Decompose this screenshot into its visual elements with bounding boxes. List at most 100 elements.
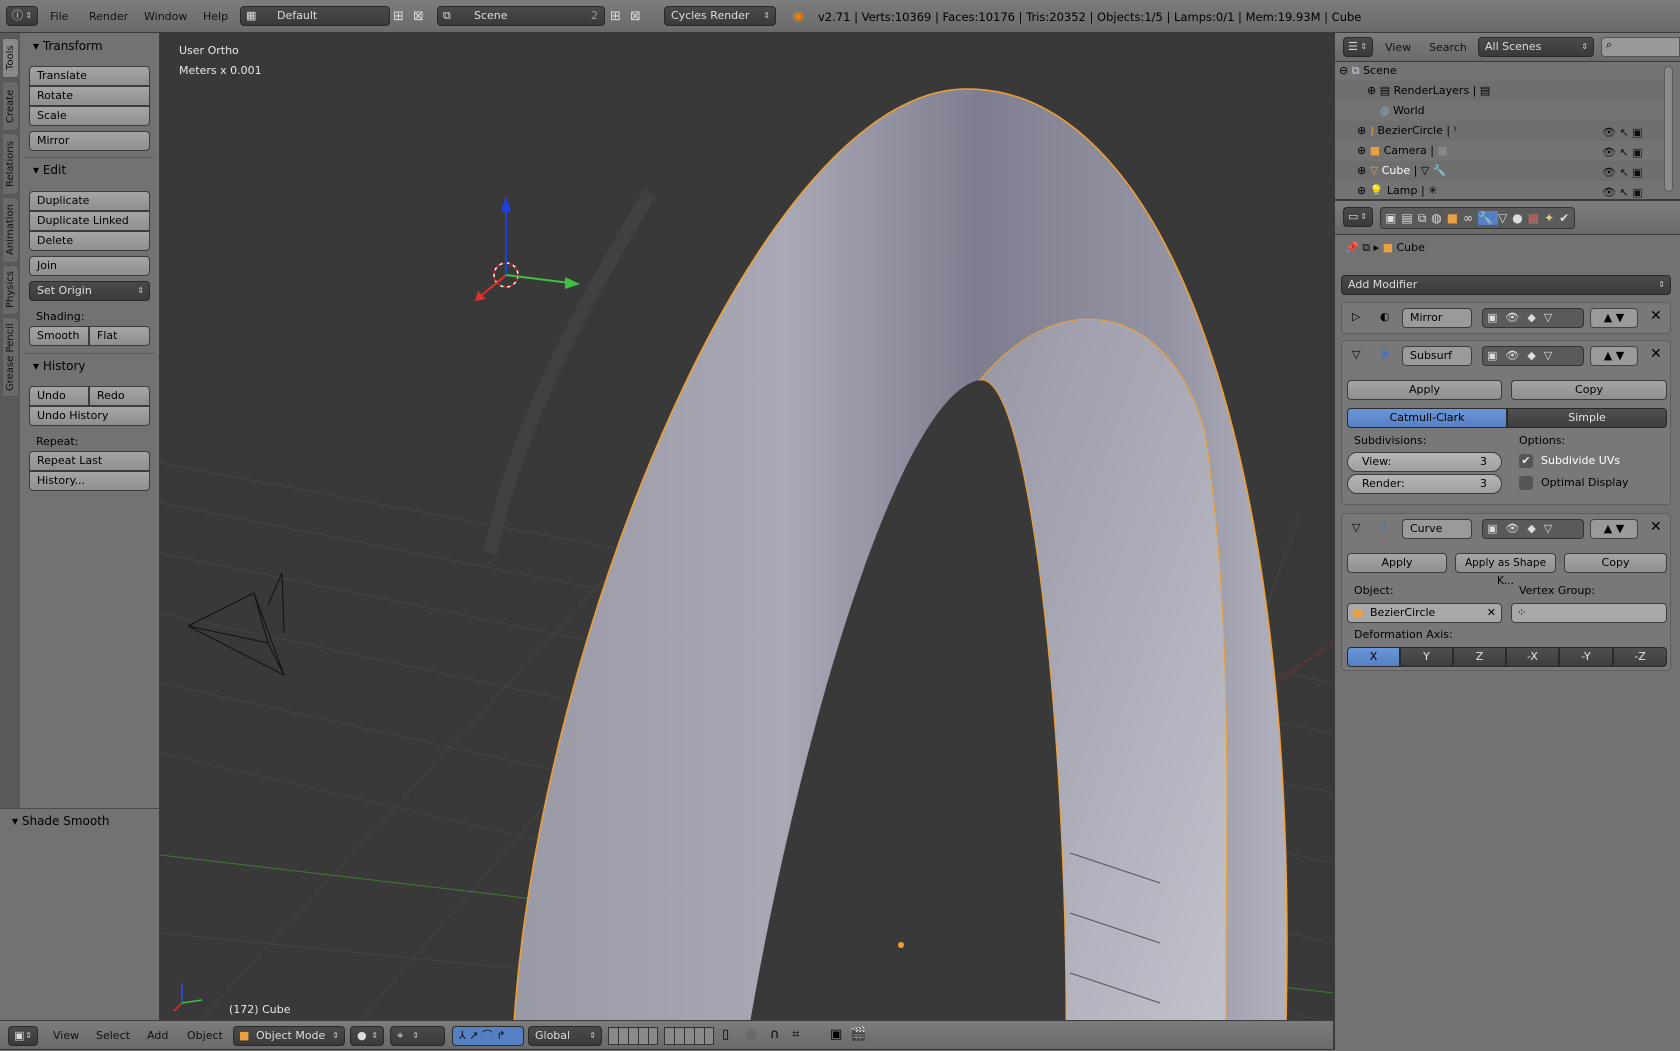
- menu-object[interactable]: Object: [187, 1021, 223, 1051]
- remove-layout-icon[interactable]: ⊠: [413, 9, 424, 24]
- clear-field-icon[interactable]: ✕: [1487, 604, 1496, 622]
- modifiers-tab-icon[interactable]: 🔧: [1478, 211, 1499, 225]
- physics-tab-icon[interactable]: ✔: [1559, 211, 1574, 225]
- add-modifier-select[interactable]: Add Modifier ⇕: [1341, 275, 1671, 295]
- scale-button[interactable]: Scale: [29, 106, 150, 126]
- menu-render[interactable]: Render: [89, 0, 128, 33]
- copy-button[interactable]: Copy: [1511, 380, 1667, 400]
- modifier-visibility-toggles[interactable]: ▣👁◆▽: [1482, 519, 1584, 539]
- constraints-tab-icon[interactable]: ∞: [1463, 211, 1478, 225]
- outliner-scrollbar[interactable]: [1664, 66, 1673, 192]
- modifier-visibility-toggles[interactable]: ▣👁◆▽: [1482, 308, 1584, 328]
- manipulator-toggles[interactable]: ⅄ ↗ ⌒ ↱: [452, 1026, 524, 1046]
- add-scene-icon[interactable]: ⊞: [610, 9, 621, 24]
- menu-window[interactable]: Window: [144, 0, 187, 33]
- tab-relations[interactable]: Relations: [2, 133, 19, 195]
- restrict-columns[interactable]: 👁 ↖ ▣ 👁 ↖ ▣ 👁 ↖ ▣ 👁 ↖ ▣: [1602, 123, 1662, 203]
- data-tab-icon[interactable]: ▽: [1498, 211, 1512, 225]
- move-up-down[interactable]: ▲ ▼: [1590, 308, 1638, 328]
- set-origin-select[interactable]: Set Origin ⇕: [29, 281, 150, 301]
- copy-button[interactable]: Copy: [1564, 553, 1667, 573]
- axis-neg-x[interactable]: -X: [1506, 647, 1559, 667]
- tab-create[interactable]: Create: [2, 81, 19, 131]
- renderlayers-tab-icon[interactable]: ▤: [1401, 211, 1417, 225]
- join-button[interactable]: Join: [29, 256, 150, 276]
- flat-button[interactable]: Flat: [89, 326, 150, 346]
- apply-button[interactable]: Apply: [1347, 553, 1447, 573]
- redo-button[interactable]: Redo: [89, 386, 150, 406]
- layout-selector[interactable]: ▦ Default: [240, 6, 390, 26]
- outliner-search-input[interactable]: ⌕: [1601, 37, 1680, 57]
- delete-button[interactable]: Delete: [29, 231, 150, 251]
- mode-select[interactable]: ■ Object Mode ⇕: [233, 1026, 345, 1046]
- outliner-item-scene[interactable]: ⊖ ⧉ Scene: [1335, 61, 1665, 81]
- apply-as-shape-button[interactable]: Apply as Shape K...: [1455, 553, 1556, 587]
- render-tab-icon[interactable]: ▣: [1385, 211, 1401, 225]
- catmull-clark-option[interactable]: Catmull-Clark: [1347, 408, 1507, 428]
- pivot-select[interactable]: ⌖ ⇕: [390, 1026, 445, 1046]
- menu-help[interactable]: Help: [203, 0, 228, 33]
- remove-modifier-icon[interactable]: ✕: [1650, 346, 1662, 362]
- clapper-icon[interactable]: 🎬: [850, 1027, 866, 1042]
- simple-option[interactable]: Simple: [1507, 408, 1667, 428]
- render-preview-icon[interactable]: ▣: [830, 1027, 842, 1042]
- snap-icon[interactable]: ∩: [770, 1027, 780, 1042]
- operator-panel-header[interactable]: ▾ Shade Smooth: [12, 814, 110, 828]
- tab-physics[interactable]: Physics: [2, 265, 19, 315]
- axis-y[interactable]: Y: [1400, 647, 1453, 667]
- view-levels-field[interactable]: View: 3: [1347, 452, 1502, 472]
- rotate-button[interactable]: Rotate: [29, 86, 150, 106]
- layers-grid[interactable]: [608, 1027, 658, 1045]
- remove-modifier-icon[interactable]: ✕: [1650, 519, 1662, 535]
- axis-neg-y[interactable]: -Y: [1559, 647, 1613, 667]
- undo-history-button[interactable]: Undo History: [29, 406, 150, 426]
- layers-grid-2[interactable]: [664, 1027, 714, 1045]
- undo-button[interactable]: Undo: [29, 386, 89, 406]
- properties-editor-type[interactable]: ▭ ⇕: [1343, 207, 1373, 227]
- shading-select[interactable]: ● ⇕: [350, 1026, 384, 1046]
- smooth-button[interactable]: Smooth: [29, 326, 89, 346]
- collapse-arrow-icon[interactable]: ▽: [1352, 521, 1360, 534]
- modifier-name-field[interactable]: Mirror: [1402, 308, 1472, 328]
- translate-button[interactable]: Translate: [29, 66, 150, 86]
- duplicate-linked-button[interactable]: Duplicate Linked: [29, 211, 150, 231]
- outliner-item-renderlayers[interactable]: ⊕ ▤ RenderLayers | ▤: [1335, 81, 1665, 101]
- history-button[interactable]: History...: [29, 471, 150, 491]
- snap-element-icon[interactable]: ⌗: [792, 1027, 799, 1042]
- add-layout-icon[interactable]: ⊞: [393, 9, 404, 24]
- panel-history-header[interactable]: ▾ History: [33, 359, 86, 373]
- tab-grease-pencil[interactable]: Grease Pencil: [2, 317, 19, 397]
- material-tab-icon[interactable]: ●: [1512, 211, 1527, 225]
- repeat-last-button[interactable]: Repeat Last: [29, 451, 150, 471]
- outliner-menu-search[interactable]: Search: [1429, 31, 1467, 64]
- object-tab-icon[interactable]: ■: [1447, 211, 1463, 225]
- curve-object-field[interactable]: ■ BezierCircle ✕: [1347, 603, 1502, 623]
- remove-scene-icon[interactable]: ⊠: [630, 9, 641, 24]
- 3d-viewport[interactable]: User Ortho Meters x 0.001 (172) Cube: [160, 33, 1333, 1020]
- collapse-arrow-icon[interactable]: ▽: [1352, 348, 1360, 361]
- tab-animation[interactable]: Animation: [2, 197, 19, 263]
- panel-edit-header[interactable]: ▾ Edit: [33, 163, 66, 177]
- render-engine-select[interactable]: Cycles Render ⇕: [664, 6, 776, 26]
- outliner-editor-type[interactable]: ☰ ⇕: [1343, 37, 1373, 57]
- expand-arrow-icon[interactable]: ▷: [1352, 310, 1360, 323]
- pin-icon[interactable]: 📌: [1345, 241, 1359, 254]
- apply-button[interactable]: Apply: [1347, 380, 1502, 400]
- outliner-item-world[interactable]: ◍ World: [1335, 101, 1665, 121]
- move-up-down[interactable]: ▲ ▼: [1590, 519, 1638, 539]
- panel-transform-header[interactable]: ▾ Transform: [33, 39, 103, 53]
- optimal-display-checkbox[interactable]: [1519, 476, 1533, 490]
- modifier-name-field[interactable]: Curve: [1402, 519, 1472, 539]
- mirror-button[interactable]: Mirror: [29, 131, 150, 151]
- menu-file[interactable]: File: [50, 0, 68, 33]
- lock-layers-icon[interactable]: ▯: [722, 1027, 729, 1042]
- editor-type-info[interactable]: ⓘ ⇕: [6, 6, 38, 26]
- orientation-select[interactable]: Global ⇕: [528, 1026, 602, 1046]
- remove-modifier-icon[interactable]: ✕: [1650, 308, 1662, 324]
- modifier-name-field[interactable]: Subsurf: [1402, 346, 1472, 366]
- particles-tab-icon[interactable]: ✦: [1544, 211, 1559, 225]
- outliner-menu-view[interactable]: View: [1385, 31, 1411, 64]
- modifier-visibility-toggles[interactable]: ▣👁◆▽: [1482, 346, 1584, 366]
- menu-view[interactable]: View: [53, 1021, 79, 1051]
- subdivide-uvs-checkbox[interactable]: ✔: [1519, 454, 1533, 468]
